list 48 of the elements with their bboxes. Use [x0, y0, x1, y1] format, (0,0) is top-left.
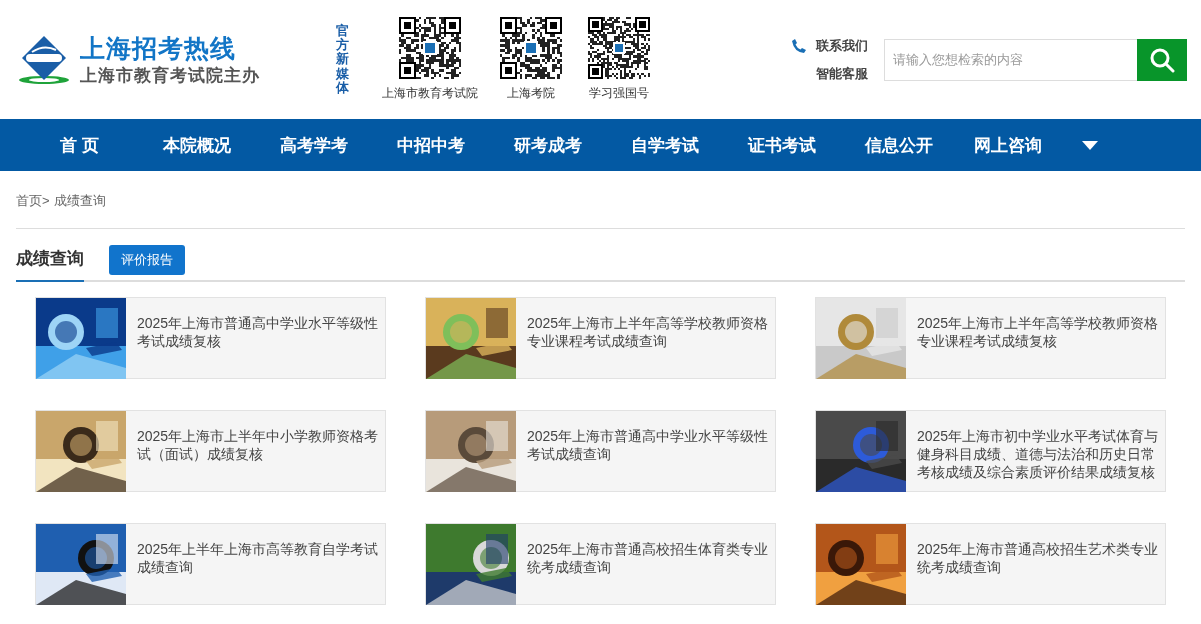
- nav-link[interactable]: 本院概况: [138, 133, 255, 157]
- search-icon: [1149, 46, 1175, 73]
- card-title: 2025年上半年上海市高等教育自学考试成绩查询: [137, 540, 380, 576]
- caret-icon[interactable]: [1082, 140, 1098, 150]
- nav-link[interactable]: 首 页: [21, 133, 138, 157]
- nav-link[interactable]: 高考学考: [255, 133, 372, 157]
- service-link[interactable]: 智能客服: [816, 64, 868, 83]
- result-card[interactable]: 2025年上海市上半年中小学教师资格考试（面试）成绩复核: [35, 410, 386, 492]
- result-card[interactable]: 2025年上海市初中学业水平考试体育与健身科目成绩、道德与法治和历史日常考核成绩及综合素质评价结果成绩复核: [815, 410, 1166, 492]
- result-card[interactable]: 2025年上海市上半年高等学校教师资格专业课程考试成绩复核: [815, 297, 1166, 379]
- card-title: 2025年上海市上半年高等学校教师资格专业课程考试成绩复核: [917, 314, 1160, 350]
- card-title: 2025年上海市上半年中小学教师资格考试（面试）成绩复核: [137, 427, 380, 463]
- nav-link[interactable]: 研考成考: [489, 133, 606, 157]
- logo-icon: [18, 33, 70, 86]
- nav-link[interactable]: 中招中考: [372, 133, 489, 157]
- result-card[interactable]: 2025年上海市上半年高等学校教师资格专业课程考试成绩查询: [425, 297, 776, 379]
- qr-code-icon: [588, 17, 650, 79]
- breadcrumb-link[interactable]: 首页>: [16, 191, 50, 210]
- site-title: 上海招考热线: [80, 33, 237, 64]
- card-title: 2025年上海市上半年高等学校教师资格专业课程考试成绩查询: [527, 314, 770, 350]
- breadcrumb-link[interactable]: 成绩查询: [53, 191, 106, 210]
- search-button[interactable]: [1137, 38, 1187, 81]
- qr-code-icon: [399, 17, 461, 79]
- result-card[interactable]: 2025年上海市普通高中学业水平等级性考试成绩查询: [425, 410, 776, 492]
- result-card[interactable]: 2025年上海市普通高校招生体育类专业统考成绩查询: [425, 523, 776, 605]
- card-title: 2025年上海市普通高校招生艺术类专业统考成绩查询: [917, 540, 1160, 576]
- card-title: 2025年上海市初中学业水平考试体育与健身科目成绩、道德与法治和历史日常考核成绩及综合素质评价结果成绩复核: [917, 427, 1160, 481]
- nav-link[interactable]: 信息公开: [840, 133, 957, 157]
- nav-link[interactable]: 自学考试: [606, 133, 723, 157]
- contact-link[interactable]: 联系我们: [816, 36, 868, 55]
- media-label: 官方新媒体: [336, 23, 350, 96]
- nav-link[interactable]: 网上咨询: [974, 133, 1042, 157]
- nav-link[interactable]: 证书考试: [723, 133, 840, 157]
- search-field[interactable]: 请输入您想检索的内容: [884, 38, 1137, 81]
- qr-caption: 上海市教育考试院: [382, 85, 478, 102]
- tab[interactable]: 成绩查询: [16, 247, 84, 282]
- phone-icon: [792, 38, 806, 53]
- qr-caption: 学习强国号: [589, 85, 649, 102]
- card-title: 2025年上海市普通高中学业水平等级性考试成绩复核: [137, 314, 380, 350]
- qr-caption: 上海考院: [507, 85, 555, 102]
- result-card[interactable]: 2025年上海市普通高中学业水平等级性考试成绩复核: [35, 297, 386, 379]
- result-card[interactable]: 2025年上海市普通高校招生艺术类专业统考成绩查询: [815, 523, 1166, 605]
- qr-code-icon: [500, 17, 562, 79]
- tab[interactable]: 评价报告: [109, 245, 185, 275]
- card-title: 2025年上海市普通高中学业水平等级性考试成绩查询: [527, 427, 770, 463]
- result-card[interactable]: 2025年上半年上海市高等教育自学考试成绩查询: [35, 523, 386, 605]
- site-subtitle: 上海市教育考试院主办: [80, 64, 260, 87]
- card-title: 2025年上海市普通高校招生体育类专业统考成绩查询: [527, 540, 770, 576]
